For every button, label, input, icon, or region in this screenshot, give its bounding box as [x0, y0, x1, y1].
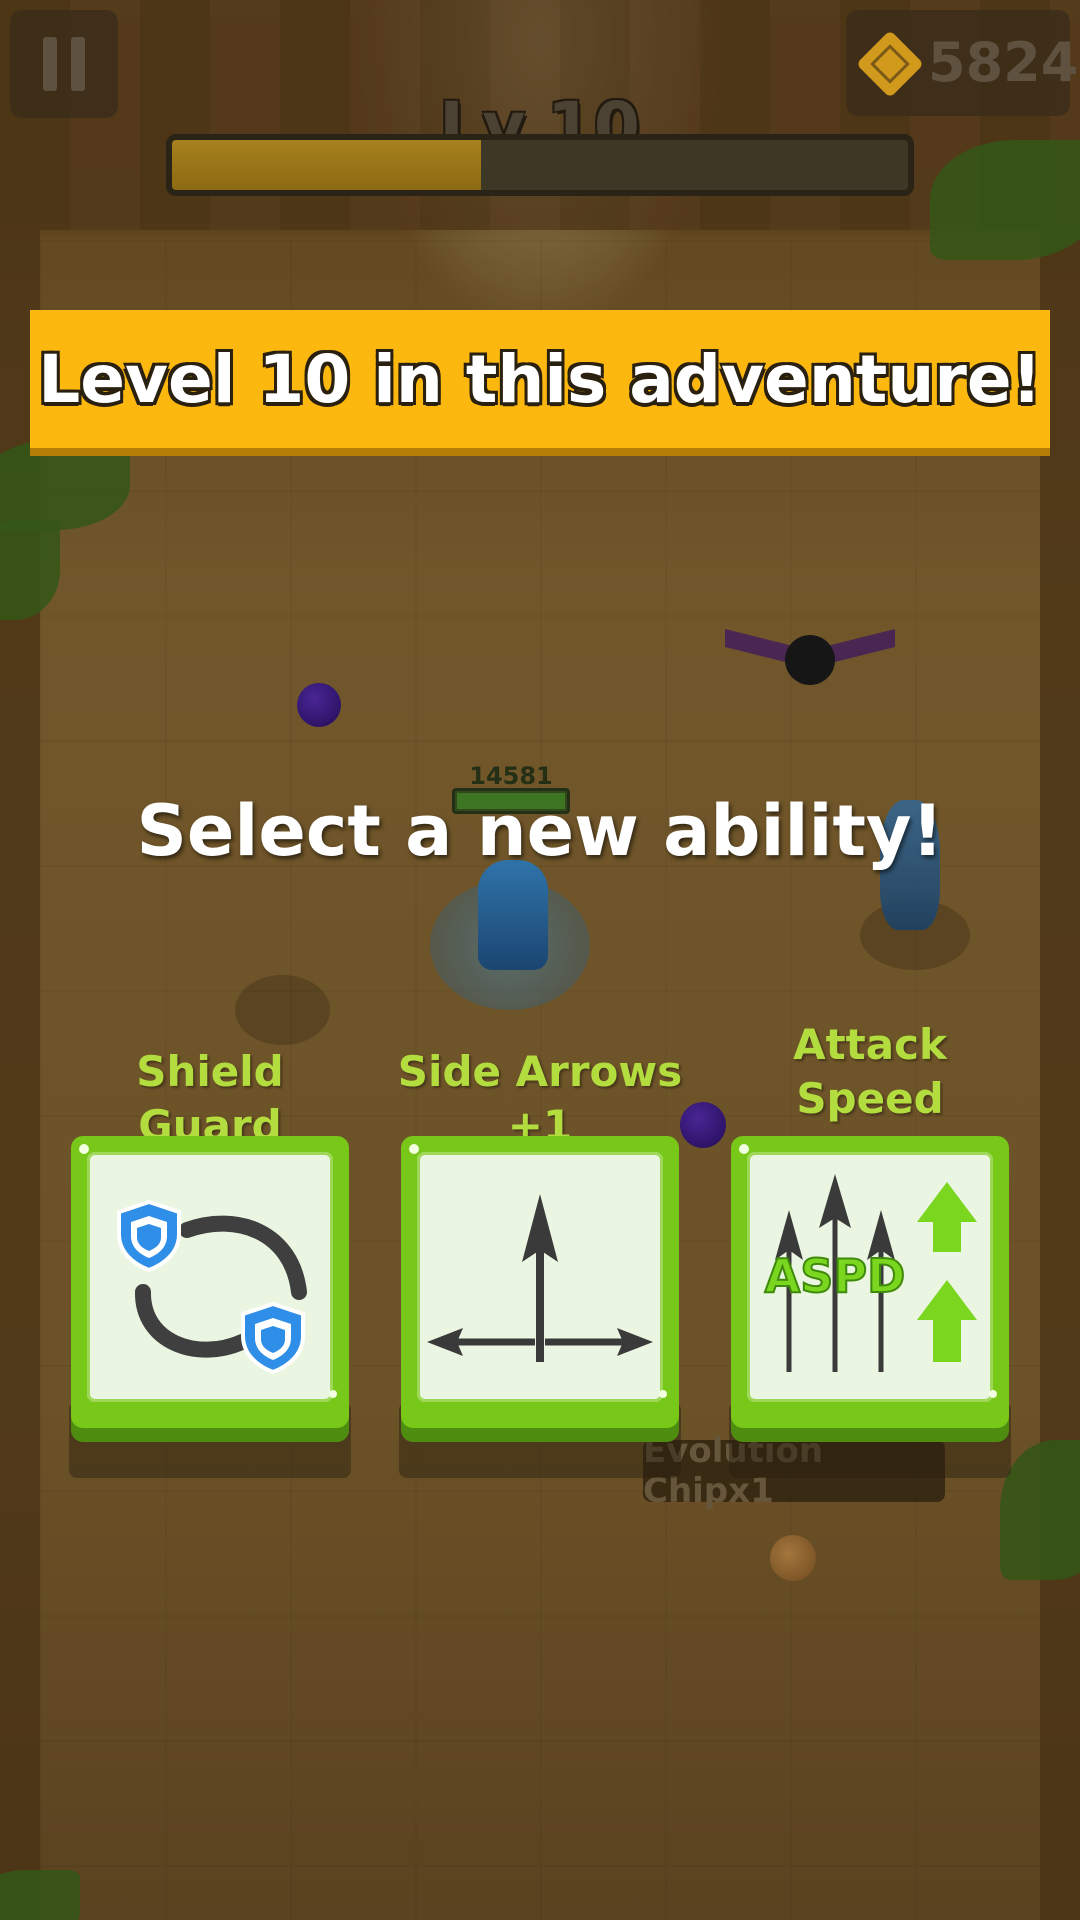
shield-guard-icon [117, 1199, 307, 1375]
xp-progress-bar [166, 134, 914, 196]
ability-label-line: Attack Speed [793, 1020, 947, 1123]
gem-counter: 5824 [846, 10, 1079, 116]
pause-icon-bar [71, 37, 85, 91]
overlay-dimmer [0, 0, 1080, 1920]
aspd-text: ASPD [765, 1249, 906, 1303]
select-ability-title: Select a new ability! [136, 790, 944, 872]
ability-card-side-arrows[interactable] [401, 1136, 679, 1428]
xp-progress-fill [172, 140, 482, 190]
pause-button[interactable] [10, 10, 118, 118]
banner-text: Level 10 in this adventure! [38, 340, 1042, 418]
gem-count: 5824 [928, 31, 1079, 94]
side-arrows-icon [427, 1194, 653, 1362]
game-scene: 14581 Evolution Chipx1 [0, 0, 1080, 1920]
level-up-banner: Level 10 in this adventure! [30, 310, 1050, 448]
pause-icon [43, 37, 57, 91]
gem-icon [856, 30, 924, 98]
attack-speed-icon: ASPD [764, 1174, 977, 1372]
ability-card-shield-guard[interactable] [71, 1136, 349, 1428]
ability-card-attack-speed-boost[interactable]: ASPD [731, 1136, 1009, 1428]
